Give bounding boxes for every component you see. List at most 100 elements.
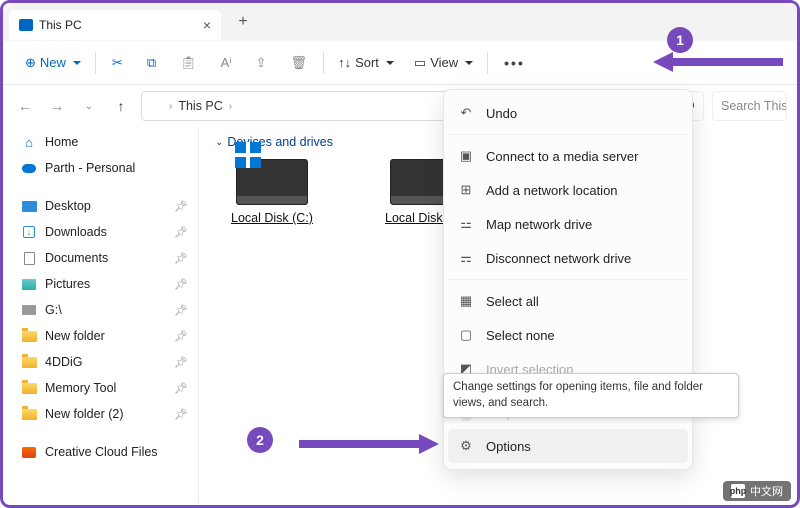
menu-select-none[interactable]: ▢ Select none bbox=[444, 318, 692, 352]
select-none-icon: ▢ bbox=[458, 327, 474, 343]
tooltip-text: Change settings for opening items, file … bbox=[453, 381, 703, 409]
sidebar-label: Parth - Personal bbox=[45, 161, 135, 175]
separator bbox=[323, 52, 324, 74]
copy-button[interactable]: ⧉ bbox=[135, 48, 168, 78]
cut-button[interactable]: ✂ bbox=[100, 48, 135, 78]
sidebar-label: New folder (2) bbox=[45, 407, 124, 421]
paste-button[interactable]: 📋︎ bbox=[168, 48, 209, 78]
delete-icon: 🗑︎ bbox=[291, 55, 308, 71]
undo-icon: ↶ bbox=[458, 105, 474, 121]
watermark: php 中文网 bbox=[723, 481, 791, 501]
copy-icon: ⧉ bbox=[147, 55, 156, 71]
drive-c[interactable]: Local Disk (C:) bbox=[217, 159, 327, 225]
sidebar-item-desktop[interactable]: Desktop📌︎ bbox=[3, 193, 198, 219]
menu-label: Options bbox=[486, 439, 531, 454]
pin-icon: 📌︎ bbox=[174, 304, 188, 317]
windows-logo-icon bbox=[235, 142, 261, 168]
rename-icon: Aⁱ bbox=[221, 55, 232, 71]
close-tab-icon[interactable]: × bbox=[203, 17, 211, 33]
separator bbox=[95, 52, 96, 74]
onedrive-icon bbox=[21, 161, 37, 175]
documents-icon bbox=[21, 251, 37, 265]
menu-label: Select none bbox=[486, 328, 555, 343]
view-button[interactable]: ▭ View bbox=[404, 48, 483, 78]
chevron-right-icon: › bbox=[169, 101, 172, 112]
sidebar-item-documents[interactable]: Documents 📌︎ bbox=[3, 245, 198, 271]
new-label: New bbox=[40, 55, 66, 70]
sidebar-item-creative-cloud[interactable]: Creative Cloud Files bbox=[3, 439, 198, 465]
pin-icon: 📌︎ bbox=[174, 278, 188, 291]
home-icon: ⌂ bbox=[21, 135, 37, 149]
new-button[interactable]: ⊕ New bbox=[15, 48, 91, 78]
rename-button[interactable]: Aⁱ bbox=[209, 48, 244, 78]
menu-label: Connect to a media server bbox=[486, 149, 638, 164]
sort-icon: ↑↓ bbox=[338, 55, 351, 70]
sidebar-item-new-folder[interactable]: New folder 📌︎ bbox=[3, 323, 198, 349]
sidebar-item-pictures[interactable]: Pictures 📌︎ bbox=[3, 271, 198, 297]
sidebar-label: Pictures bbox=[45, 277, 90, 291]
network-location-icon: ⊞ bbox=[458, 182, 474, 198]
menu-label: Add a network location bbox=[486, 183, 618, 198]
drive-icon bbox=[21, 303, 37, 317]
chevron-right-icon: › bbox=[229, 101, 232, 112]
watermark-text: 中文网 bbox=[750, 483, 783, 499]
menu-disconnect-drive[interactable]: ⚎Disconnect network drive bbox=[444, 241, 692, 275]
folder-icon bbox=[21, 407, 37, 421]
sidebar-label: New folder bbox=[45, 329, 105, 343]
pictures-icon bbox=[21, 277, 37, 291]
annotation-arrow-1 bbox=[653, 47, 783, 77]
pin-icon: 📌︎ bbox=[174, 330, 188, 343]
share-button[interactable]: ⇪ bbox=[244, 48, 279, 78]
folder-icon bbox=[21, 355, 37, 369]
drive-label: Local Disk (C:) bbox=[217, 211, 327, 225]
more-button[interactable]: ••• bbox=[492, 48, 537, 78]
pin-icon: 📌︎ bbox=[174, 408, 188, 421]
tab-title: This PC bbox=[39, 18, 82, 32]
menu-connect-media[interactable]: ▣Connect to a media server bbox=[444, 139, 692, 173]
sidebar-item-new-folder-2[interactable]: New folder (2) 📌︎ bbox=[3, 401, 198, 427]
pin-icon: 📌︎ bbox=[174, 382, 188, 395]
pin-icon: 📌︎ bbox=[174, 252, 188, 265]
menu-label: Select all bbox=[486, 294, 539, 309]
pin-icon: 📌︎ bbox=[174, 200, 188, 213]
up-button[interactable]: ↑ bbox=[109, 94, 133, 118]
menu-divider bbox=[448, 134, 688, 135]
sidebar-label: Documents bbox=[45, 251, 108, 265]
sidebar-item-memory-tool[interactable]: Memory Tool📌︎ bbox=[3, 375, 198, 401]
folder-icon bbox=[21, 381, 37, 395]
folder-icon bbox=[21, 329, 37, 343]
sidebar-label: Creative Cloud Files bbox=[45, 445, 158, 459]
this-pc-icon bbox=[150, 101, 163, 112]
search-input[interactable]: Search This PC bbox=[712, 91, 787, 121]
new-tab-button[interactable]: + bbox=[229, 13, 257, 31]
back-button[interactable]: ← bbox=[13, 94, 37, 118]
annotation-badge-1: 1 bbox=[667, 27, 693, 53]
pin-icon: 📌︎ bbox=[174, 226, 188, 239]
sidebar-item-personal[interactable]: Parth - Personal bbox=[3, 155, 198, 181]
map-drive-icon: ⚍ bbox=[458, 216, 474, 232]
desktop-icon bbox=[21, 199, 37, 213]
menu-options[interactable]: ⚙Options bbox=[448, 429, 688, 463]
sidebar-item-downloads[interactable]: ↓Downloads📌︎ bbox=[3, 219, 198, 245]
downloads-icon: ↓ bbox=[21, 225, 37, 239]
recent-button[interactable]: ⌄ bbox=[77, 94, 101, 118]
forward-button[interactable]: → bbox=[45, 94, 69, 118]
menu-add-network-location[interactable]: ⊞ Add a network location bbox=[444, 173, 692, 207]
sidebar: ⌂Home Parth - Personal Desktop📌︎ ↓Downlo… bbox=[3, 127, 198, 505]
menu-undo[interactable]: ↶ Undo bbox=[444, 96, 692, 130]
disconnect-drive-icon: ⚎ bbox=[458, 250, 474, 266]
menu-label: Undo bbox=[486, 106, 517, 121]
sidebar-item-4ddig[interactable]: 4DDiG📌︎ bbox=[3, 349, 198, 375]
sort-button[interactable]: ↑↓ Sort bbox=[328, 48, 404, 78]
tab-this-pc[interactable]: This PC × bbox=[9, 10, 221, 40]
chevron-down-icon: ⌄ bbox=[215, 137, 223, 148]
menu-select-all[interactable]: ▦Select all bbox=[444, 284, 692, 318]
menu-map-drive[interactable]: ⚍Map network drive bbox=[444, 207, 692, 241]
delete-button[interactable]: 🗑︎ bbox=[279, 48, 320, 78]
sidebar-label: G:\ bbox=[45, 303, 62, 317]
sidebar-item-home[interactable]: ⌂Home bbox=[3, 129, 198, 155]
view-icon: ▭ bbox=[414, 55, 426, 71]
watermark-logo: php bbox=[731, 484, 745, 498]
breadcrumb-this-pc[interactable]: This PC bbox=[178, 99, 222, 113]
sidebar-item-gdrive[interactable]: G:\ 📌︎ bbox=[3, 297, 198, 323]
